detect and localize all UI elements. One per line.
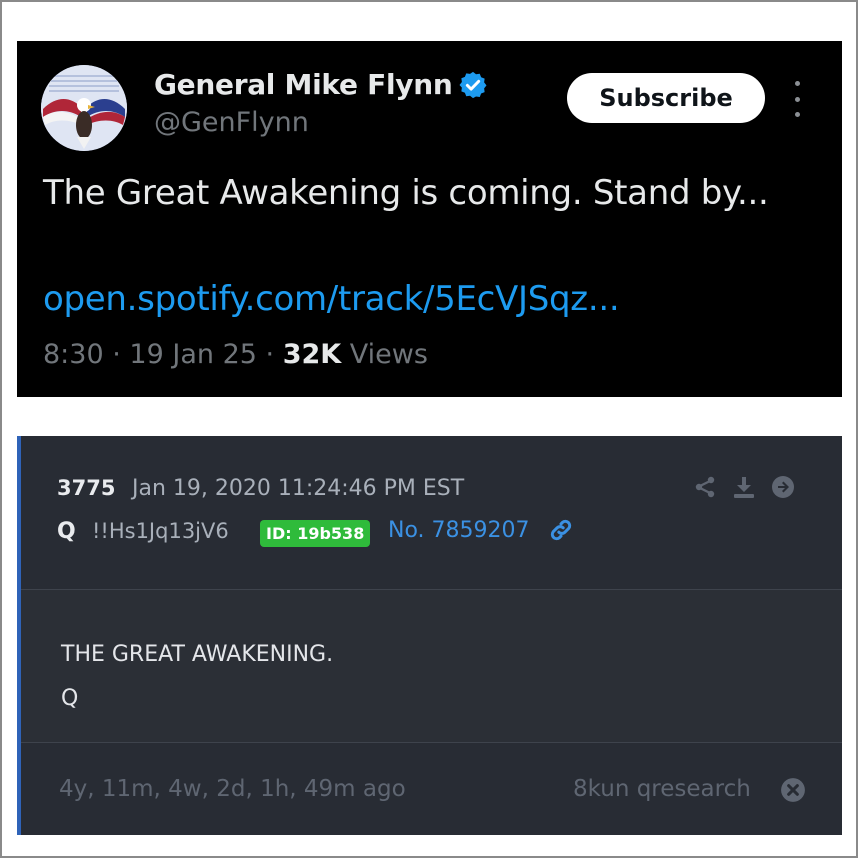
poster-name: Q (57, 519, 76, 544)
link-icon[interactable] (548, 517, 574, 543)
arrow-right-circle-icon[interactable] (771, 475, 795, 499)
qdrop-header: 3775 Jan 19, 2020 11:24:46 PM EST Q !!Hs… (21, 436, 842, 590)
views-label: Views (349, 339, 428, 370)
user-handle[interactable]: @GenFlynn (154, 107, 309, 138)
meta-separator: · (265, 339, 275, 370)
drop-signature: Q (61, 686, 79, 711)
close-circle-icon[interactable] (780, 777, 806, 803)
tweet-card: General Mike Flynn @GenFlynn Subscribe T… (17, 41, 842, 397)
divider (21, 742, 842, 743)
avatar[interactable] (41, 65, 127, 151)
meta-separator: · (112, 339, 121, 370)
poster-id-badge[interactable]: ID: 19b538 (260, 520, 371, 547)
eagle-flag-avatar-icon (41, 65, 127, 151)
display-name[interactable]: General Mike Flynn (154, 68, 453, 101)
drop-age: 4y, 11m, 4w, 2d, 1h, 49m ago (59, 776, 406, 802)
post-number-link[interactable]: No. 7859207 (388, 518, 530, 543)
download-icon[interactable] (732, 475, 756, 499)
more-options-icon[interactable] (788, 81, 806, 117)
qdrop-body: THE GREAT AWAKENING. Q (21, 590, 842, 742)
tweet-text: The Great Awakening is coming. Stand by.… (43, 173, 769, 213)
tweet-date[interactable]: 19 Jan 25 (129, 339, 257, 370)
drop-message: THE GREAT AWAKENING. (61, 642, 334, 667)
drop-datetime: Jan 19, 2020 11:24:46 PM EST (132, 476, 465, 501)
qdrop-card: 3775 Jan 19, 2020 11:24:46 PM EST Q !!Hs… (17, 436, 842, 835)
share-icon[interactable] (693, 475, 717, 499)
drop-number: 3775 (57, 476, 116, 500)
drop-source[interactable]: 8kun qresearch (573, 776, 751, 802)
subscribe-button[interactable]: Subscribe (567, 73, 765, 123)
drop-actions (693, 474, 803, 500)
tripcode: !!Hs1Jq13jV6 (92, 519, 229, 543)
tweet-link[interactable]: open.spotify.com/track/5EcVJSqz... (43, 279, 833, 319)
verified-badge-icon[interactable] (458, 70, 488, 100)
views-count[interactable]: 32K (283, 339, 342, 370)
tweet-meta: 8:30 · 19 Jan 25 · 32K Views (43, 339, 428, 370)
tweet-time[interactable]: 8:30 (43, 339, 104, 370)
